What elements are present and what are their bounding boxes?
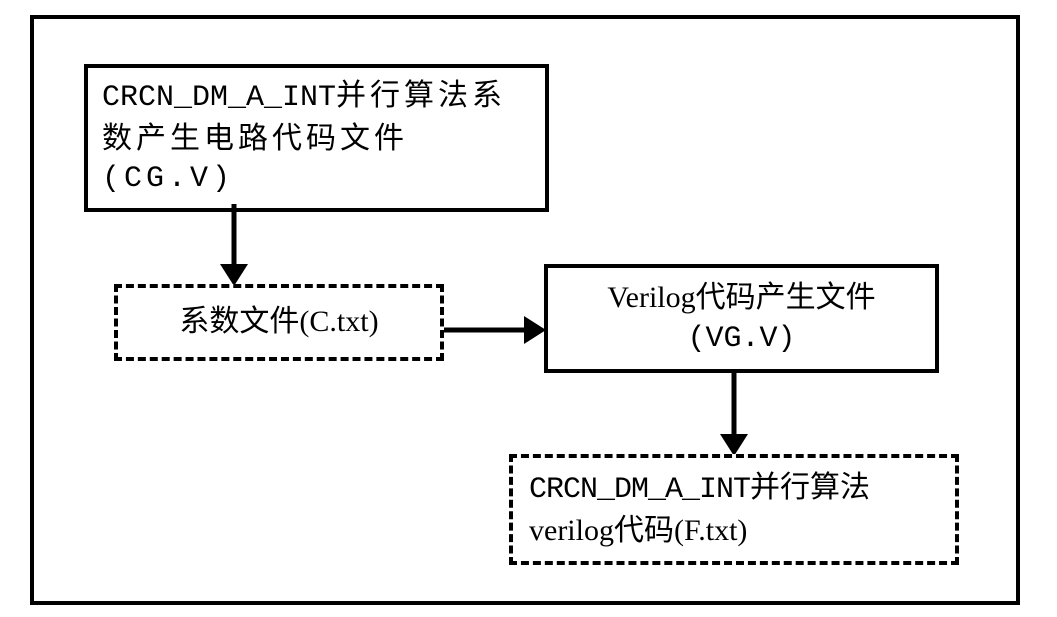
- box1-code-label: CRCN_DM_A_INT: [102, 81, 336, 115]
- box3-line1: Verilog代码产生文件: [558, 278, 925, 319]
- arrow-box3-to-box4: [719, 369, 749, 454]
- box3-line2: (VG.V): [558, 319, 925, 360]
- diagram-frame: CRCN_DM_A_INT并行算法系 数产生电路代码文件 (CG.V) 系数文件…: [30, 15, 1020, 605]
- arrow-head: [720, 434, 748, 456]
- arrow-head: [220, 264, 248, 286]
- box4-zh-suffix: 并行算法: [750, 471, 870, 504]
- box4-line1: CRCN_DM_A_INT并行算法: [529, 468, 939, 511]
- box-coeff-gen-circuit-code: CRCN_DM_A_INT并行算法系 数产生电路代码文件 (CG.V): [84, 64, 549, 212]
- box-verilog-gen-file: Verilog代码产生文件 (VG.V): [544, 264, 939, 373]
- box1-line2: 数产生电路代码文件: [102, 119, 531, 160]
- box1-line3: (CG.V): [102, 159, 531, 200]
- arrow-head: [524, 316, 546, 344]
- arrow-line: [732, 369, 737, 436]
- box-verilog-code-output: CRCN_DM_A_INT并行算法 verilog代码(F.txt): [509, 454, 959, 565]
- arrow-box2-to-box3: [444, 315, 544, 345]
- box1-line1: CRCN_DM_A_INT并行算法系: [102, 76, 531, 119]
- arrow-line: [444, 328, 526, 333]
- box-coeff-file: 系数文件(C.txt): [114, 284, 444, 361]
- box4-line2: verilog代码(F.txt): [529, 511, 939, 552]
- box4-code-label: CRCN_DM_A_INT: [529, 473, 750, 507]
- arrow-box1-to-box2: [219, 204, 249, 284]
- box1-zh-suffix: 并行算法系: [336, 79, 506, 112]
- arrow-line: [232, 204, 237, 266]
- box2-text: 系数文件(C.txt): [179, 305, 378, 338]
